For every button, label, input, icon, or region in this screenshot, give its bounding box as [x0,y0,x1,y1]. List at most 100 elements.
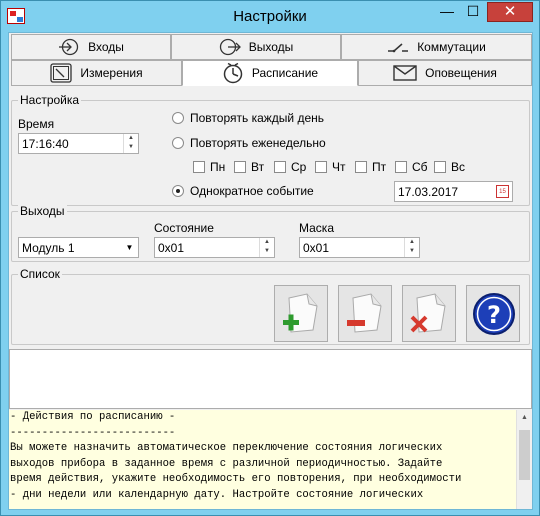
tab-outputs-label: Выходы [248,40,294,54]
checkbox[interactable] [395,161,407,173]
tab-outputs[interactable]: Выходы [171,34,341,60]
add-button[interactable] [274,285,328,342]
title-bar: Настройки — ☐ ✕ [1,1,539,33]
scrollbar-thumb[interactable] [519,430,530,480]
tab-notifications-label: Оповещения [425,66,497,80]
radio-circle[interactable] [172,112,184,124]
switch-icon [388,43,409,53]
mask-stepper-arrows[interactable]: ▲ ▼ [404,238,419,257]
radio-one-time[interactable]: Однократное событие [172,184,314,198]
outputs-group: Выходы Модуль 1 ▼ Состояние ▲ ▼ Маска ▲ … [11,204,530,262]
checkbox[interactable] [355,161,367,173]
schedule-list[interactable] [9,349,532,409]
radio-one-time-label: Однократное событие [190,184,314,198]
scroll-up-icon[interactable]: ▲ [517,410,532,426]
radio-repeat-weekly[interactable]: Повторять еженедельно [172,136,326,150]
day-label: Вс [451,160,466,174]
mask-stepper[interactable]: ▲ ▼ [299,237,420,258]
arrow-down-icon[interactable]: ▼ [124,143,138,152]
outputs-group-title: Выходы [18,204,67,218]
tab-switching-label: Коммутации [417,40,486,54]
add-page-icon [283,293,318,333]
tab-measurements[interactable]: Измерения [11,60,182,86]
radio-repeat-daily[interactable]: Повторять каждый день [172,111,324,125]
date-picker[interactable]: 17.03.2017 15 [394,181,513,202]
logout-arrow-icon [219,38,241,56]
close-button[interactable]: ✕ [487,2,533,22]
day-label: Ср [291,160,307,174]
maximize-button[interactable]: ☐ [460,2,486,22]
arrow-down-icon[interactable]: ▼ [260,247,274,256]
day-check-tue[interactable]: Вт [234,160,264,174]
svg-text:?: ? [487,301,501,329]
client-area: Входы Выходы Коммутации Измерения Распис… [8,32,533,510]
delete-button[interactable] [402,285,456,342]
checkbox[interactable] [315,161,327,173]
remove-page-icon [347,293,382,333]
arrow-up-icon[interactable]: ▲ [124,134,138,143]
mask-input[interactable] [300,238,403,257]
tab-inputs[interactable]: Входы [11,34,171,60]
day-label: Чт [332,160,346,174]
radio-repeat-weekly-label: Повторять еженедельно [190,136,326,150]
time-input[interactable] [19,134,122,153]
radio-repeat-daily-label: Повторять каждый день [190,111,324,125]
mask-label: Маска [299,221,334,235]
tab-notifications[interactable]: Оповещения [358,60,532,86]
info-text: - Действия по расписанию - -------------… [9,410,532,503]
settings-group-title: Настройка [18,93,82,107]
envelope-icon [393,65,417,81]
login-arrow-icon [59,38,79,56]
day-check-fri[interactable]: Пт [355,160,386,174]
settings-group: Настройка Время ▲ ▼ Повторять каждый ден… [11,93,530,206]
tab-switching[interactable]: Коммутации [341,34,532,60]
info-scrollbar[interactable]: ▲ [516,410,532,509]
meter-icon [50,63,73,83]
tab-schedule-label: Расписание [251,66,319,80]
day-check-sat[interactable]: Сб [395,160,428,174]
info-line: -------------------------- [10,426,176,439]
info-text-area: - Действия по расписанию - -------------… [9,410,532,509]
arrow-up-icon[interactable]: ▲ [405,238,419,247]
tab-schedule[interactable]: Расписание [182,60,358,86]
chevron-down-icon[interactable]: ▼ [121,238,138,257]
delete-page-icon [410,293,446,333]
time-label: Время [18,117,55,131]
time-stepper[interactable]: ▲ ▼ [18,133,139,154]
radio-circle[interactable] [172,137,184,149]
checkbox[interactable] [274,161,286,173]
tab-inputs-label: Входы [88,40,124,54]
module-select[interactable]: Модуль 1 ▼ [18,237,139,258]
day-check-mon[interactable]: Пн [193,160,225,174]
checkbox[interactable] [193,161,205,173]
state-input[interactable] [155,238,258,257]
info-line: - Действия по расписанию - [10,411,176,423]
arrow-down-icon[interactable]: ▼ [405,247,419,256]
day-label: Вт [251,160,265,174]
info-line: Вы можете назначить автоматическое перек… [10,442,443,454]
time-stepper-arrows[interactable]: ▲ ▼ [123,134,138,153]
info-line: выходов прибора в заданное время с разли… [10,457,443,470]
list-group-title: Список [18,267,62,281]
info-line: время действия, укажите необходимость ег… [10,473,462,485]
state-stepper[interactable]: ▲ ▼ [154,237,275,258]
info-line: - дни недели или календарную дату. Настр… [10,488,424,501]
day-label: Сб [412,160,428,174]
day-check-sun[interactable]: Вс [434,160,465,174]
help-button[interactable]: ? [466,285,520,342]
remove-button[interactable] [338,285,392,342]
tab-measurements-label: Измерения [80,66,143,80]
day-check-thu[interactable]: Чт [315,160,346,174]
calendar-icon[interactable]: 15 [496,185,509,198]
radio-circle[interactable] [172,185,184,197]
settings-window: Настройки — ☐ ✕ Входы Выходы Коммутации … [0,0,540,516]
date-value: 17.03.2017 [398,185,459,199]
checkbox[interactable] [234,161,246,173]
state-stepper-arrows[interactable]: ▲ ▼ [259,238,274,257]
day-check-wed[interactable]: Ср [274,160,306,174]
module-select-value: Модуль 1 [22,241,75,255]
arrow-up-icon[interactable]: ▲ [260,238,274,247]
checkbox[interactable] [434,161,446,173]
help-icon: ? [473,293,515,335]
minimize-button[interactable]: — [434,2,460,22]
